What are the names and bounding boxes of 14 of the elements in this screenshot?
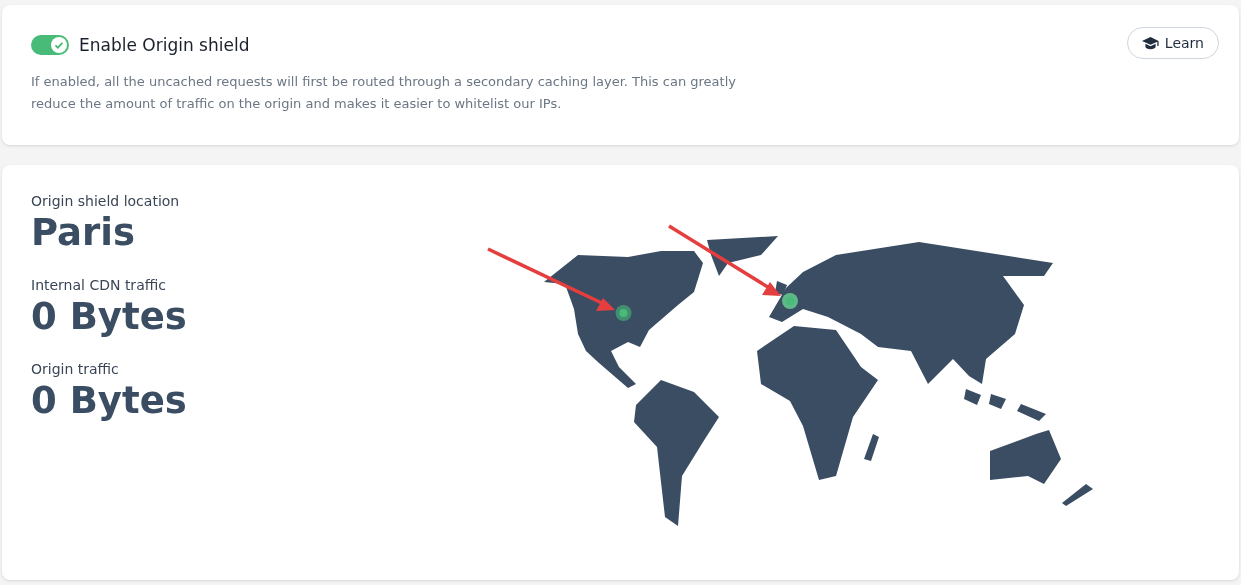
stat-label: Origin traffic: [31, 361, 120, 377]
location-dot: [782, 293, 798, 309]
stat-value: Paris: [31, 210, 137, 256]
stat-value: 0 Bytes: [31, 378, 188, 424]
location-dot: [615, 305, 632, 321]
graduation-cap-icon: [1141, 36, 1159, 50]
toggle-label: Enable Origin shield: [79, 35, 250, 55]
toggle-switch[interactable]: [31, 35, 69, 55]
description-text: If enabled, all the uncached requests will first be routed through a secondary caching layer. This can greatly reduce the amount of traffic on the origin and makes it easier to whitelist our IPs.: [31, 73, 737, 113]
learn-button[interactable]: Learn: [1126, 27, 1219, 59]
stat-label: Origin shield location: [31, 193, 181, 209]
check-icon: [51, 37, 67, 53]
stat-label: Internal CDN traffic: [31, 277, 167, 293]
stat-value: 0 Bytes: [31, 294, 188, 340]
